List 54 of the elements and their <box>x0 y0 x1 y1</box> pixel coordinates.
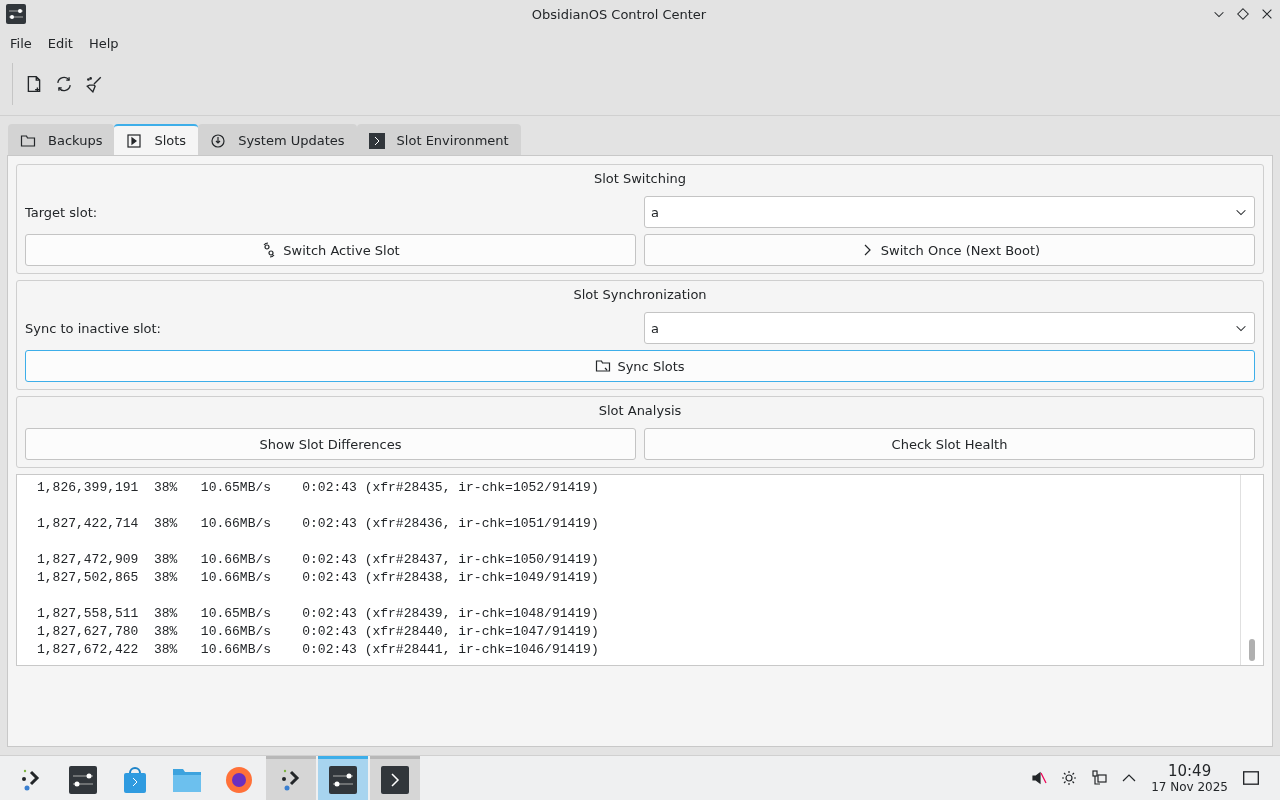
browser-icon <box>224 764 254 795</box>
log-line: 1,827,558,511 38% 10.65MB/s 0:02:43 (xfr#28439, ir-chk=1048/91419) <box>37 605 600 623</box>
log-line: 1,827,472,909 38% 10.66MB/s 0:02:43 (xfr#28437, ir-chk=1050/91419) <box>37 551 600 569</box>
action-button[interactable]: Switch Once (Next Boot) <box>644 234 1255 266</box>
field-label: Sync to inactive slot: <box>25 320 162 336</box>
log-line: 1,827,422,714 38% 10.66MB/s 0:02:43 (xfr#28436, ir-chk=1051/91419) <box>37 515 600 533</box>
action-button[interactable]: Check Slot Health <box>644 428 1255 460</box>
menu-item[interactable]: Edit <box>39 32 81 55</box>
field-label: Target slot: <box>25 204 99 220</box>
menu-item[interactable]: File <box>2 32 40 55</box>
action-button[interactable]: Show Slot Differences <box>25 428 636 460</box>
action-button[interactable]: Sync Slots <box>25 350 1255 382</box>
muted-speaker-icon <box>1031 770 1048 786</box>
taskbar-item[interactable] <box>266 756 316 800</box>
group-title: Slot Analysis <box>597 403 683 420</box>
group-title: Slot Switching <box>592 171 688 188</box>
taskbar-item[interactable] <box>370 756 420 800</box>
tab[interactable]: Slot Environment <box>356 124 521 155</box>
scrollbar-thumb[interactable] <box>1249 639 1255 661</box>
brightness-icon <box>1061 770 1078 786</box>
action-button[interactable]: Switch Active Slot <box>25 234 636 266</box>
clock-time: 10:49 <box>1167 762 1212 780</box>
log-line: 1,827,672,422 38% 10.66MB/s 0:02:43 (xfr#28441, ir-chk=1046/91419) <box>37 641 600 659</box>
slot-dropdown[interactable]: a <box>644 196 1255 228</box>
desktop-icon <box>1242 769 1260 787</box>
tab[interactable]: System Updates <box>198 124 357 155</box>
log-line: 1,826,399,191 38% 10.65MB/s 0:02:43 (xfr#28435, ir-chk=1052/91419) <box>37 479 600 497</box>
shopping-bag-icon <box>122 765 148 794</box>
close-icon <box>1260 7 1274 21</box>
network-wired-icon <box>1091 770 1108 786</box>
broom-icon <box>85 75 103 93</box>
tab[interactable]: Slots <box>114 124 199 155</box>
group-title: Slot Synchronization <box>572 287 708 304</box>
settings-app-icon <box>329 765 357 794</box>
log-line: 1,827,502,865 38% 10.66MB/s 0:02:43 (xfr#28438, ir-chk=1049/91419) <box>37 569 600 587</box>
slot-dropdown[interactable]: a <box>644 312 1255 344</box>
menu-item[interactable]: Help <box>80 32 127 55</box>
update-icon <box>210 132 227 149</box>
maximize-icon <box>1236 7 1250 21</box>
folder-app-icon <box>172 766 202 793</box>
folder-icon <box>595 358 612 374</box>
terminal-app-icon <box>381 765 409 794</box>
app-icon <box>6 4 26 24</box>
tab[interactable]: Backups <box>8 124 115 155</box>
terminal-icon <box>368 132 385 149</box>
new-document-icon <box>25 75 43 93</box>
taskbar-item[interactable] <box>318 756 368 800</box>
window-title: ObsidianOS Control Center <box>530 6 708 22</box>
log-line: 1,827,627,780 38% 10.66MB/s 0:02:43 (xfr#28440, ir-chk=1047/91419) <box>37 623 600 641</box>
refresh-icon <box>55 75 73 93</box>
settings-app-icon <box>69 765 97 794</box>
clock-date: 17 Nov 2025 <box>1151 779 1228 794</box>
folder-icon <box>20 132 36 149</box>
play-icon <box>126 132 143 149</box>
